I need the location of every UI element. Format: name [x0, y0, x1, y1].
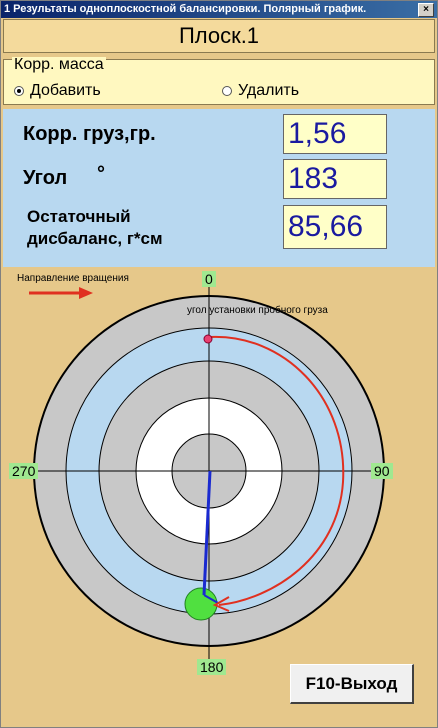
trial-point — [203, 334, 213, 344]
weight-label: Корр. груз,гр. — [23, 123, 156, 145]
trial-angle-label: угол установки пробного груза — [187, 305, 328, 316]
tick-label-0: 0 — [202, 271, 216, 287]
corr-mass-group: Корр. масса Добавить Удалить — [3, 56, 435, 105]
remove-radio[interactable]: Удалить — [222, 82, 299, 100]
tick-label-270: 270 — [9, 463, 39, 479]
polar-chart: Направление вращения угол установки проб… — [3, 267, 435, 717]
corr-mass-legend: Корр. масса — [12, 56, 106, 73]
app-window: 1 Результаты одноплоскостной балансировк… — [0, 0, 438, 728]
residual-label-line2: дисбаланс, г*см — [27, 229, 163, 248]
residual-value: 85,66 — [283, 205, 387, 249]
exit-button[interactable]: F10-Выход — [290, 664, 414, 704]
add-radio-dot[interactable] — [14, 86, 24, 96]
polar-svg — [27, 285, 391, 659]
weight-marker — [184, 587, 218, 621]
angle-unit: ° — [97, 163, 105, 185]
remove-radio-dot[interactable] — [222, 86, 232, 96]
angle-value: 183 — [283, 159, 387, 199]
residual-label-line1: Остаточный — [27, 207, 131, 226]
angle-label: Угол — [23, 167, 68, 189]
close-button[interactable]: × — [418, 3, 434, 17]
title-bar: 1 Результаты одноплоскостной балансировк… — [1, 1, 437, 18]
tick-label-90: 90 — [371, 463, 393, 479]
remove-radio-label: Удалить — [238, 82, 300, 99]
weight-value: 1,56 — [283, 114, 387, 154]
window-title: 1 Результаты одноплоскостной балансировк… — [4, 3, 367, 15]
results-panel: Корр. груз,гр. 1,56 Угол ° 183 Остаточны… — [3, 109, 435, 267]
rotation-arrow-head — [79, 287, 93, 299]
plane-title: Плоск.1 — [3, 19, 435, 53]
rotation-direction-label: Направление вращения — [17, 273, 129, 284]
tick-label-180: 180 — [197, 659, 227, 675]
add-radio-label: Добавить — [30, 82, 101, 99]
add-radio[interactable]: Добавить — [14, 82, 101, 100]
